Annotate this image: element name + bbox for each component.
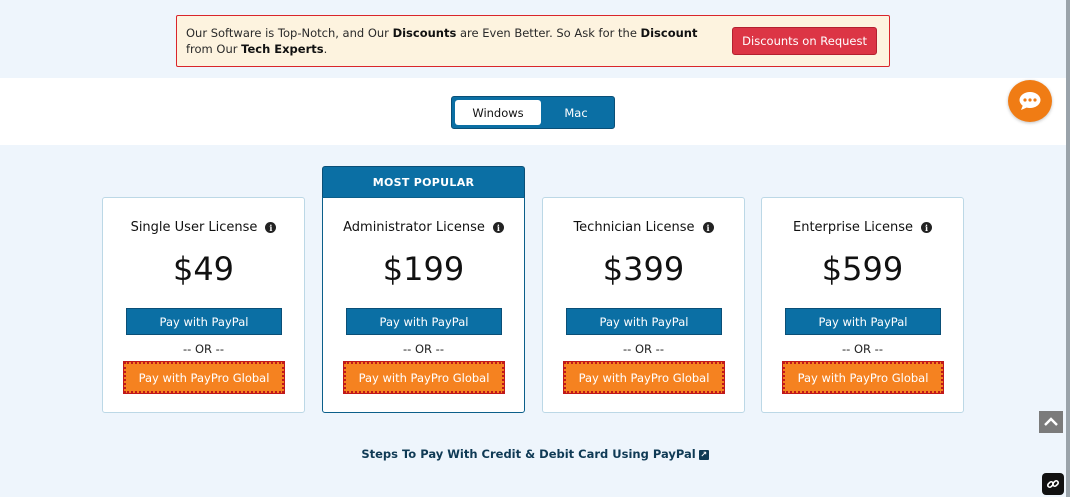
chat-bubble-icon[interactable]: [1008, 80, 1052, 122]
info-icon[interactable]: i: [702, 222, 714, 233]
plan-title: Enterprise License: [792, 220, 913, 235]
promo-banner: Our Software is Top-Notch, and Our Disco…: [176, 15, 890, 67]
pay-with-paypal-button[interactable]: Pay with PayPal: [126, 308, 282, 335]
pay-with-paypal-button[interactable]: Pay with PayPal: [346, 308, 502, 335]
or-divider: -- OR --: [842, 342, 883, 356]
pay-with-paypro-button[interactable]: Pay with PayPro Global: [343, 361, 505, 394]
tab-windows[interactable]: Windows: [455, 100, 541, 125]
chevron-up-icon[interactable]: [1039, 411, 1063, 433]
external-link-icon: ↗: [698, 449, 709, 460]
plan-title: Administrator License: [343, 220, 485, 235]
plan-title-row: Technician License i: [543, 220, 744, 235]
plan-title-row: Administrator License i: [323, 220, 524, 235]
os-toggle: Windows Mac: [451, 96, 615, 129]
plan-card-technician: Technician License i $399 Pay with PayPa…: [542, 197, 745, 413]
plan-title-row: Enterprise License i: [762, 220, 963, 235]
steps-link-text[interactable]: Steps To Pay With Credit & Debit Card Us…: [361, 447, 695, 461]
or-divider: -- OR --: [183, 342, 224, 356]
plan-price: $49: [172, 250, 235, 288]
plan-price: $399: [602, 250, 685, 288]
tab-mac[interactable]: Mac: [541, 100, 611, 125]
discounts-on-request-button[interactable]: Discounts on Request: [732, 27, 877, 55]
link-icon[interactable]: [1042, 473, 1064, 495]
steps-link[interactable]: Steps To Pay With Credit & Debit Card Us…: [0, 447, 1070, 461]
or-divider: -- OR --: [623, 342, 664, 356]
plan-card-enterprise: Enterprise License i $599 Pay with PayPa…: [761, 197, 964, 413]
info-icon[interactable]: i: [492, 222, 504, 233]
info-icon[interactable]: i: [921, 222, 932, 233]
pay-with-paypal-button[interactable]: Pay with PayPal: [785, 308, 941, 335]
pay-with-paypro-button[interactable]: Pay with PayPro Global: [123, 361, 285, 394]
plan-title: Single User License: [130, 220, 258, 235]
info-icon[interactable]: i: [265, 222, 277, 233]
scrollbar[interactable]: [1066, 0, 1070, 497]
promo-text: Our Software is Top-Notch, and Our Disco…: [186, 26, 698, 56]
pay-with-paypal-button[interactable]: Pay with PayPal: [566, 308, 722, 335]
plan-title-row: Single User License i: [103, 220, 304, 235]
pay-with-paypro-button[interactable]: Pay with PayPro Global: [782, 361, 944, 394]
plan-card-single-user: Single User License i $49 Pay with PayPa…: [102, 197, 305, 413]
plan-price: $199: [382, 250, 465, 288]
plan-title: Technician License: [573, 220, 695, 235]
plan-card-administrator: Administrator License i $199 Pay with Pa…: [322, 197, 525, 413]
or-divider: -- OR --: [403, 342, 444, 356]
plan-price: $599: [821, 250, 904, 288]
most-popular-badge: MOST POPULAR: [322, 166, 525, 198]
pay-with-paypro-button[interactable]: Pay with PayPro Global: [563, 361, 725, 394]
